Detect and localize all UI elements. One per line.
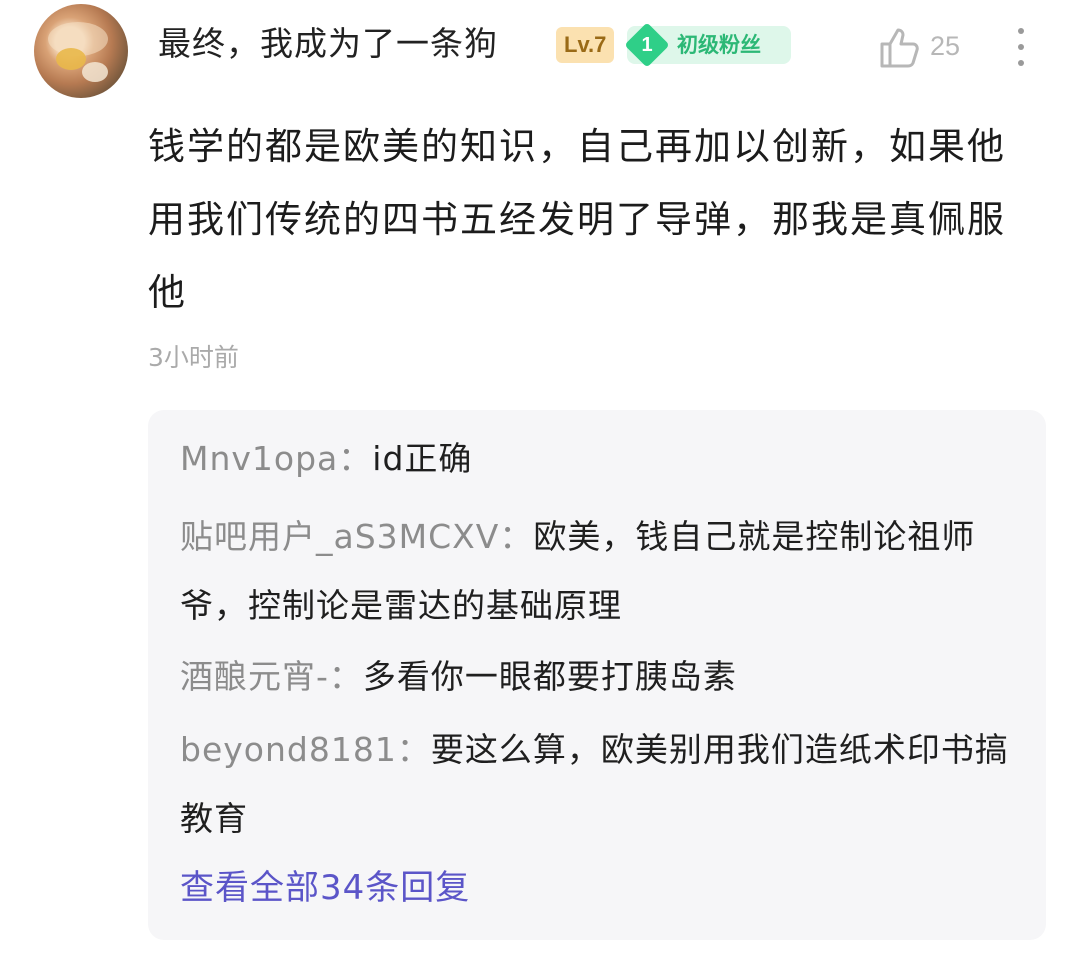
level-badge: Lv.7	[556, 27, 615, 63]
reply-item[interactable]: beyond8181：要这么算，欧美别用我们造纸术印书搞教育	[180, 715, 1020, 853]
view-all-replies-link[interactable]: 查看全部34条回复	[180, 862, 470, 914]
reply-author[interactable]: beyond8181：	[180, 730, 431, 769]
reply-author[interactable]: Mnv1opa：	[180, 439, 372, 478]
reply-text: 多看你一眼都要打胰岛素	[362, 657, 737, 696]
reply-author[interactable]: 贴吧用户_aS3MCXV：	[180, 517, 533, 556]
replies-panel[interactable]: Mnv1opa：id正确 贴吧用户_aS3MCXV：欧美，钱自己就是控制论祖师爷…	[148, 410, 1046, 940]
username[interactable]: 最终，我成为了一条狗	[158, 22, 498, 66]
more-vertical-icon[interactable]	[1014, 28, 1028, 70]
reply-text: id正确	[372, 439, 473, 478]
fan-level-number: 1	[641, 34, 653, 56]
reply-author[interactable]: 酒酿元宵-：	[180, 657, 363, 696]
comment-text: 钱学的都是欧美的知识，自己再加以创新，如果他用我们传统的四书五经发明了导弹，那我…	[148, 125, 1006, 314]
comment-time: 3小时前	[148, 343, 239, 372]
thumbs-up-icon[interactable]	[878, 26, 922, 70]
fan-level-badge: 1 初级粉丝	[624, 22, 791, 68]
like-count: 25	[930, 31, 961, 61]
fan-level-label: 初级粉丝	[677, 33, 761, 57]
reply-item[interactable]: 酒酿元宵-：多看你一眼都要打胰岛素	[180, 642, 1020, 711]
reply-item[interactable]: Mnv1opa：id正确	[180, 424, 1020, 493]
reply-item[interactable]: 贴吧用户_aS3MCXV：欧美，钱自己就是控制论祖师爷，控制论是雷达的基础原理	[180, 502, 1020, 640]
avatar[interactable]	[34, 4, 128, 98]
